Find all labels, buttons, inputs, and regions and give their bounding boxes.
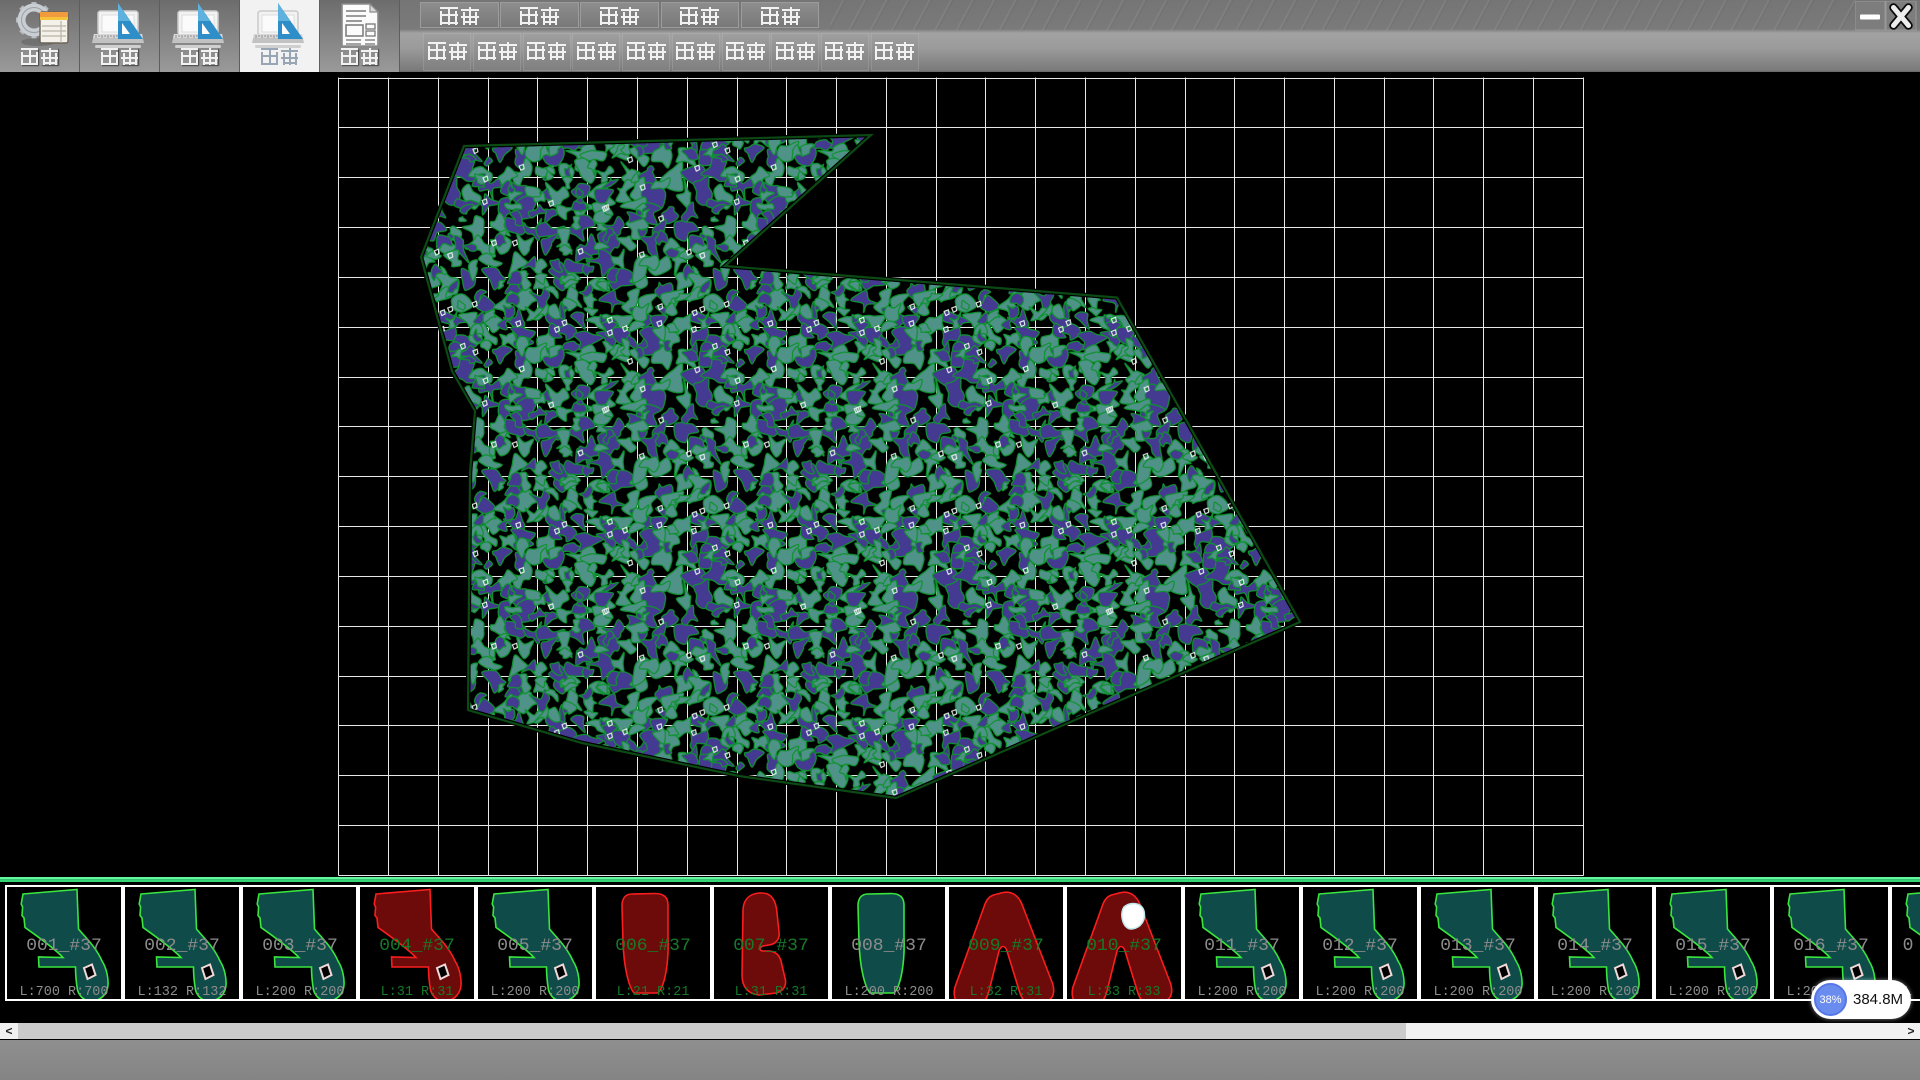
svg-text:012_#37: 012_#37 (1322, 936, 1398, 956)
svg-text:L:31 R:31: L:31 R:31 (734, 985, 807, 999)
svg-text:011_#37: 011_#37 (1204, 936, 1280, 956)
svg-text:009_#37: 009_#37 (969, 936, 1045, 956)
svg-text:L:21 R:21: L:21 R:21 (617, 985, 690, 999)
svg-text:L:32 R:31: L:32 R:31 (970, 985, 1043, 999)
svg-text:0: 0 (1902, 936, 1913, 956)
svg-text:010_#37: 010_#37 (1086, 936, 1162, 956)
svg-text:L:200 R:200: L:200 R:200 (1551, 985, 1640, 999)
svg-text:013_#37: 013_#37 (1440, 936, 1516, 956)
svg-text:002_#37: 002_#37 (144, 936, 220, 956)
svg-text:001_#37: 001_#37 (26, 936, 102, 956)
svg-text:L:200 R:200: L:200 R:200 (844, 985, 933, 999)
svg-text:L:200 R:200: L:200 R:200 (1669, 985, 1758, 999)
svg-text:L:200 R:200: L:200 R:200 (1315, 985, 1404, 999)
svg-text:005_#37: 005_#37 (497, 936, 573, 956)
svg-text:007_#37: 007_#37 (733, 936, 809, 956)
svg-text:014_#37: 014_#37 (1558, 936, 1634, 956)
svg-text:L:33 R:33: L:33 R:33 (1088, 985, 1161, 999)
svg-text:L:200 R:200: L:200 R:200 (1197, 985, 1286, 999)
svg-text:015_#37: 015_#37 (1675, 936, 1751, 956)
svg-text:004_#37: 004_#37 (380, 936, 456, 956)
svg-text:L:200 R:200: L:200 R:200 (255, 985, 344, 999)
svg-text:L:200 R:200: L:200 R:200 (491, 985, 580, 999)
svg-text:L:31 R:31: L:31 R:31 (381, 985, 454, 999)
svg-text:016_#37: 016_#37 (1793, 936, 1869, 956)
svg-text:L:700 R:700: L:700 R:700 (19, 985, 108, 999)
svg-text:L:132 R:132: L:132 R:132 (137, 985, 226, 999)
svg-text:008_#37: 008_#37 (851, 936, 927, 956)
svg-text:003_#37: 003_#37 (262, 936, 338, 956)
svg-text:L:200 R:200: L:200 R:200 (1433, 985, 1522, 999)
svg-text:006_#37: 006_#37 (615, 936, 691, 956)
